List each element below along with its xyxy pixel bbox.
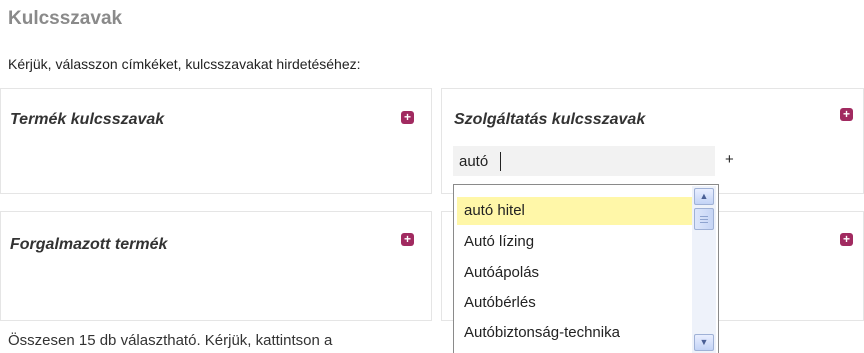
panel-title: Szolgáltatás kulcsszavak <box>454 111 646 128</box>
panel-forgalmazott-termek: Forgalmazott termék + <box>0 211 432 321</box>
add-keyword-button[interactable]: + <box>725 151 734 168</box>
panel-szolgaltatas-kulcsszavak: Szolgáltatás kulcsszavak + <box>441 88 864 194</box>
intro-text: Kérjük, válasszon címkéket, kulcsszavaka… <box>8 56 361 72</box>
grip-line <box>700 216 708 217</box>
page-title: Kulcsszavak <box>8 8 123 29</box>
panel-termek-kulcsszavak: Termék kulcsszavak + <box>0 88 432 194</box>
dropdown-option[interactable]: autó hitel <box>457 197 697 225</box>
dropdown-scrollbar[interactable]: ▲ ▼ <box>692 186 716 353</box>
plus-square-icon[interactable]: + <box>401 233 414 246</box>
plus-square-icon[interactable]: + <box>840 108 853 121</box>
grip-line <box>700 219 708 220</box>
autocomplete-dropdown: autó hitel Autó lízing Autóápolás Autóbé… <box>453 184 719 353</box>
plus-square-icon[interactable]: + <box>401 111 414 124</box>
scrollbar-thumb[interactable] <box>694 208 714 230</box>
footer-text: Összesen 15 db választható. Kérjük, katt… <box>8 332 333 349</box>
plus-square-icon[interactable]: + <box>840 233 853 246</box>
dropdown-option[interactable]: Autóápolás <box>457 259 697 287</box>
grip-line <box>700 222 708 223</box>
panel-title: Forgalmazott termék <box>10 236 168 253</box>
dropdown-option[interactable]: Autóbérlés <box>457 289 697 317</box>
dropdown-option[interactable]: Autó lízing <box>457 228 697 256</box>
chevron-down-icon[interactable]: ▼ <box>694 334 714 351</box>
chevron-up-icon[interactable]: ▲ <box>694 188 714 205</box>
panel-title: Termék kulcsszavak <box>10 111 165 128</box>
text-caret <box>500 152 501 171</box>
dropdown-option[interactable]: Autóbiztonság-technika <box>457 319 697 347</box>
keyword-search-input[interactable] <box>453 146 715 176</box>
